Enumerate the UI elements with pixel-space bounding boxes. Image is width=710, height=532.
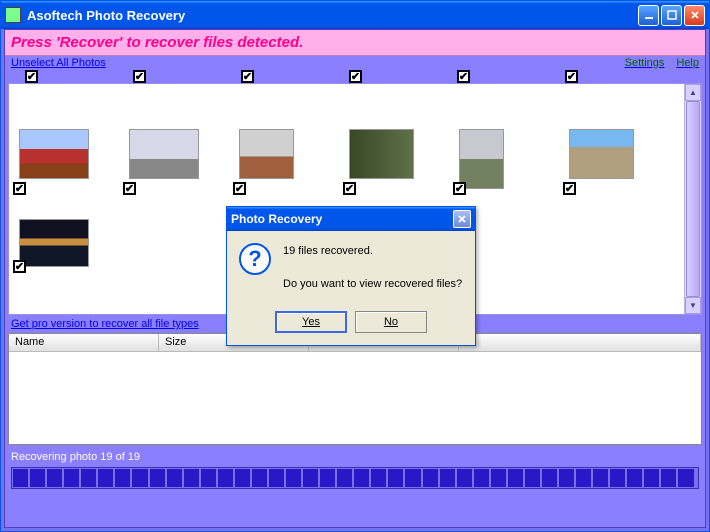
photo-thumbnail[interactable]: ✔ bbox=[129, 129, 209, 189]
maximize-button[interactable] bbox=[661, 5, 682, 26]
file-table: Name Size Extension bbox=[8, 333, 702, 445]
photo-image bbox=[19, 129, 89, 179]
question-icon: ? bbox=[239, 243, 271, 275]
unselect-all-link[interactable]: Unselect All Photos bbox=[11, 57, 106, 69]
photo-thumbnail[interactable]: ✔ bbox=[19, 219, 99, 267]
col-name[interactable]: Name bbox=[9, 334, 159, 351]
photo-image bbox=[129, 129, 199, 179]
photo-thumbnail[interactable]: ✔ bbox=[349, 129, 429, 189]
dialog-line2: Do you want to view recovered files? bbox=[283, 276, 462, 293]
dialog-line1: 19 files recovered. bbox=[283, 243, 462, 260]
instruction-text: Press 'Recover' to recover files detecte… bbox=[11, 34, 303, 51]
photo-checkbox[interactable]: ✔ bbox=[13, 260, 26, 273]
vertical-scrollbar[interactable]: ▲ ▼ bbox=[684, 84, 701, 314]
photo-checkbox[interactable]: ✔ bbox=[343, 182, 356, 195]
dialog-message: 19 files recovered. Do you want to view … bbox=[283, 243, 462, 293]
col-empty bbox=[459, 334, 701, 351]
checkbox[interactable]: ✔ bbox=[241, 70, 254, 83]
photo-thumbnail[interactable]: ✔ bbox=[459, 129, 539, 189]
checkbox[interactable]: ✔ bbox=[565, 70, 578, 83]
scroll-thumb[interactable] bbox=[686, 101, 700, 297]
help-link[interactable]: Help bbox=[676, 57, 699, 69]
dialog-close-button[interactable] bbox=[453, 210, 471, 228]
minimize-button[interactable] bbox=[638, 5, 659, 26]
link-bar: Unselect All Photos Settings Help bbox=[5, 56, 705, 70]
photo-thumbnail[interactable]: ✔ bbox=[569, 129, 649, 189]
photo-thumbnail[interactable]: ✔ bbox=[239, 129, 319, 189]
photo-image bbox=[459, 129, 504, 189]
dialog-titlebar: Photo Recovery bbox=[227, 207, 475, 231]
checkbox[interactable]: ✔ bbox=[25, 70, 38, 83]
status-text: Recovering photo 19 of 19 bbox=[5, 445, 705, 465]
dialog-title: Photo Recovery bbox=[231, 212, 453, 226]
settings-link[interactable]: Settings bbox=[625, 57, 665, 69]
photo-checkbox[interactable]: ✔ bbox=[123, 182, 136, 195]
no-button[interactable]: No bbox=[355, 311, 427, 333]
checkbox[interactable]: ✔ bbox=[457, 70, 470, 83]
photo-image bbox=[239, 129, 294, 179]
photo-image bbox=[569, 129, 634, 179]
photo-thumbnail[interactable]: ✔ bbox=[19, 129, 99, 189]
photo-image bbox=[349, 129, 414, 179]
checkbox[interactable]: ✔ bbox=[349, 70, 362, 83]
close-button[interactable] bbox=[684, 5, 705, 26]
recovery-dialog: Photo Recovery ? 19 files recovered. Do … bbox=[226, 206, 476, 346]
instruction-bar: Press 'Recover' to recover files detecte… bbox=[5, 30, 705, 56]
photo-checkbox[interactable]: ✔ bbox=[13, 182, 26, 195]
main-window: Asoftech Photo Recovery Press 'Recover' … bbox=[0, 0, 710, 532]
titlebar: Asoftech Photo Recovery bbox=[1, 1, 709, 29]
scroll-down-icon[interactable]: ▼ bbox=[685, 297, 701, 314]
yes-button[interactable]: Yes bbox=[275, 311, 347, 333]
photo-checkbox[interactable]: ✔ bbox=[233, 182, 246, 195]
top-check-row: ✔ ✔ ✔ ✔ ✔ ✔ bbox=[5, 70, 705, 83]
checkbox[interactable]: ✔ bbox=[133, 70, 146, 83]
app-icon bbox=[5, 7, 21, 23]
photo-checkbox[interactable]: ✔ bbox=[453, 182, 466, 195]
scroll-up-icon[interactable]: ▲ bbox=[685, 84, 701, 101]
photo-image bbox=[19, 219, 89, 267]
photo-checkbox[interactable]: ✔ bbox=[563, 182, 576, 195]
window-title: Asoftech Photo Recovery bbox=[27, 8, 638, 23]
progress-bar bbox=[11, 467, 699, 489]
